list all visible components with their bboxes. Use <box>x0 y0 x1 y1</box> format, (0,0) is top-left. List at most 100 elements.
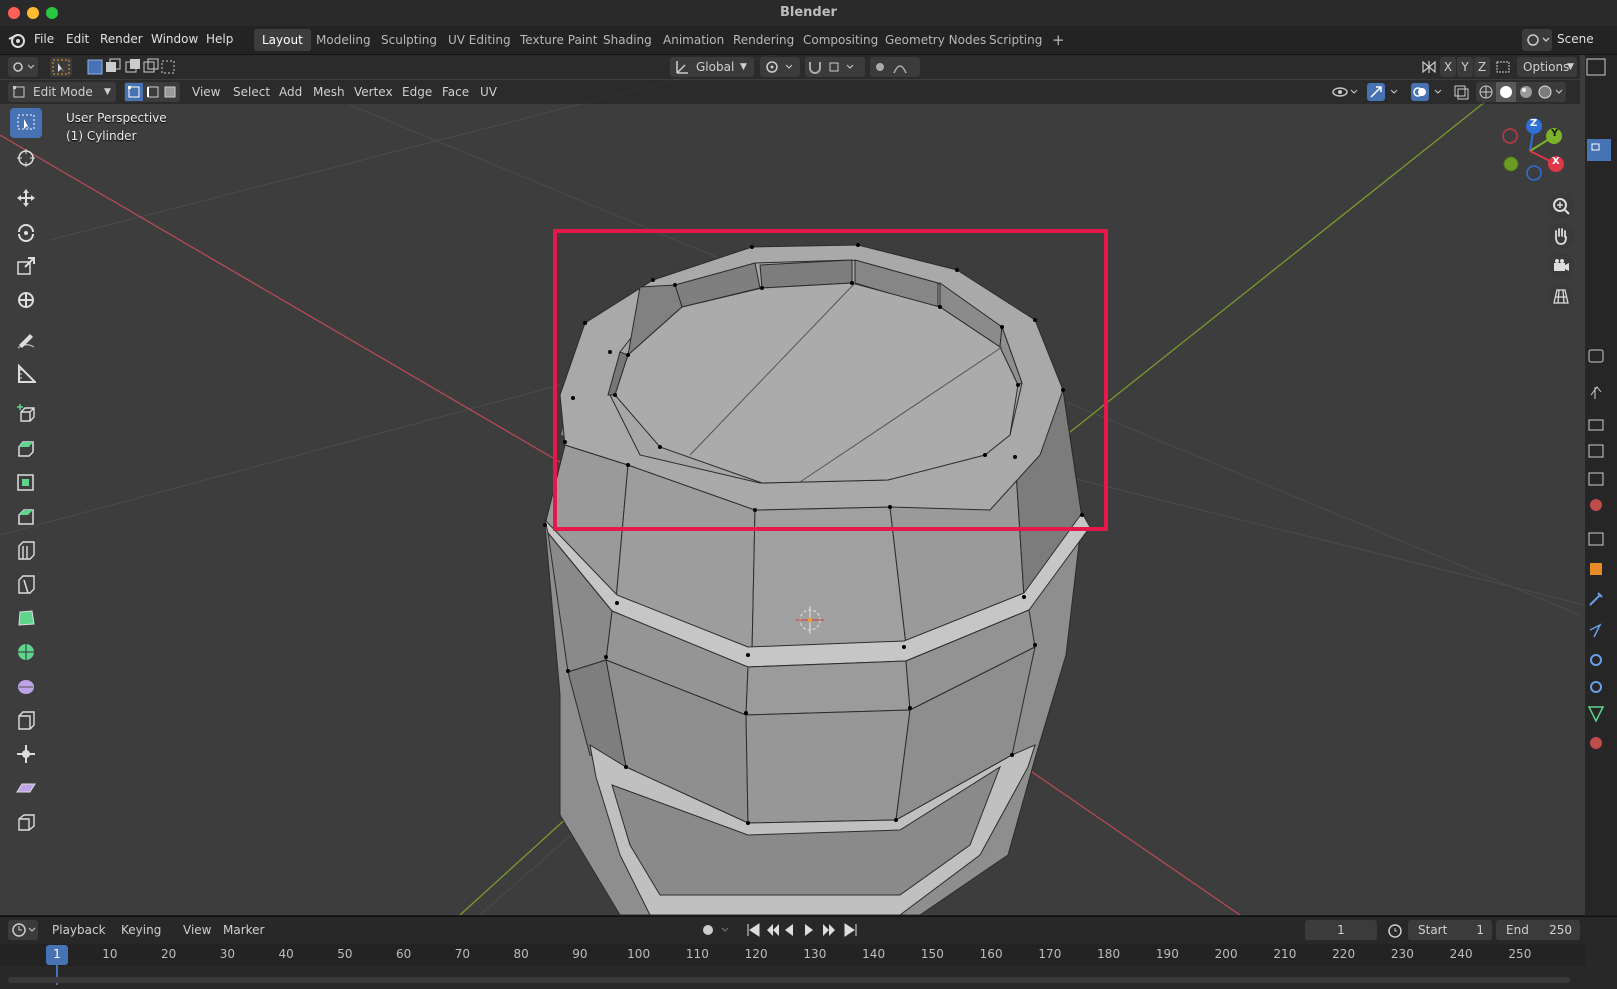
menu-help[interactable]: Help <box>206 32 233 46</box>
end-frame-field[interactable]: End 250 <box>1496 920 1580 940</box>
scene-selector-button[interactable] <box>1522 29 1552 51</box>
tab-geometry-nodes[interactable]: Geometry Nodes <box>877 29 994 51</box>
tool-knife[interactable] <box>10 569 42 599</box>
tool-rip[interactable] <box>10 807 42 837</box>
start-label: Start <box>1418 923 1448 937</box>
mirror-y-toggle[interactable]: Y <box>1457 57 1473 77</box>
3d-viewport[interactable]: User Perspective (1) Cylinder Z Y X <box>0 55 1585 915</box>
gizmo-x-label[interactable]: X <box>1552 156 1560 167</box>
tool-spin[interactable] <box>10 637 42 667</box>
viewport-canvas[interactable] <box>0 55 1585 915</box>
tool-select-box[interactable] <box>10 108 42 138</box>
current-frame-field[interactable]: 1 <box>1305 920 1377 940</box>
gizmo-y-label[interactable]: Y <box>1551 128 1558 139</box>
gizmo-z-label[interactable]: Z <box>1530 118 1537 129</box>
shading-mode-buttons[interactable] <box>1476 82 1566 102</box>
tab-shading[interactable]: Shading <box>595 29 660 51</box>
ortho-toggle-button[interactable] <box>1548 283 1574 309</box>
camera-view-button[interactable] <box>1548 253 1574 279</box>
timeline-menu-keying[interactable]: Keying <box>121 920 161 940</box>
select-mode-toggles[interactable] <box>124 82 180 102</box>
playback-controls[interactable] <box>745 920 865 940</box>
bevel-icon <box>18 509 34 525</box>
tool-shelf <box>8 108 48 868</box>
menu-render[interactable]: Render <box>100 32 143 46</box>
tab-modeling[interactable]: Modeling <box>308 29 379 51</box>
viewport-perspective-label: User Perspective <box>66 111 167 125</box>
tool-add-cube[interactable] <box>10 399 42 429</box>
mirror-settings-button[interactable] <box>1420 57 1438 77</box>
menu-file[interactable]: File <box>34 32 54 46</box>
tool-transform[interactable] <box>10 285 42 315</box>
chevron-down-icon: ▼ <box>740 62 747 72</box>
header-menu-mesh[interactable]: Mesh <box>313 82 345 102</box>
overlays-toggle[interactable] <box>1410 82 1446 102</box>
select-mode-button[interactable] <box>50 57 72 77</box>
tab-layout[interactable]: Layout <box>254 29 311 51</box>
tool-shrink-fatten[interactable] <box>10 739 42 769</box>
mode-dropdown[interactable]: Edit Mode ▼ <box>8 82 116 102</box>
add-workspace-button[interactable]: + <box>1044 29 1073 51</box>
blender-logo-icon[interactable] <box>8 31 26 49</box>
title-bar: Blender <box>0 0 1617 26</box>
header-menu-add[interactable]: Add <box>279 82 302 102</box>
header-menu-vertex[interactable]: Vertex <box>354 82 393 102</box>
tool-shear[interactable] <box>10 773 42 803</box>
menu-edit[interactable]: Edit <box>66 32 89 46</box>
transform-orientation-dropdown[interactable]: Global ▼ <box>670 57 754 77</box>
tool-edge-slide[interactable] <box>10 705 42 735</box>
tool-annotate[interactable] <box>10 325 42 355</box>
preview-range-toggle[interactable] <box>1386 920 1404 940</box>
tool-measure[interactable] <box>10 359 42 389</box>
xray-toggle[interactable] <box>1452 82 1470 102</box>
pan-button[interactable] <box>1548 223 1574 249</box>
scene-name[interactable]: Scene <box>1557 32 1594 46</box>
tool-scale[interactable] <box>10 251 42 281</box>
header-menu-select[interactable]: Select <box>233 82 270 102</box>
timeline-menu-playback[interactable]: Playback <box>52 920 106 940</box>
proportional-editing-controls[interactable] <box>870 57 920 77</box>
camera-icon <box>1554 259 1569 271</box>
mirror-z-toggle[interactable]: Z <box>1474 57 1490 77</box>
properties-tab-icons[interactable] <box>1585 55 1617 755</box>
tool-loop-cut[interactable] <box>10 535 42 565</box>
keyframe-record-button[interactable] <box>698 920 738 940</box>
start-frame-field[interactable]: Start 1 <box>1408 920 1492 940</box>
frame-tick-label: 10 <box>102 947 118 961</box>
tool-cursor[interactable] <box>10 143 42 173</box>
tab-compositing[interactable]: Compositing <box>795 29 886 51</box>
tool-smooth[interactable] <box>10 671 42 701</box>
visibility-dropdown[interactable] <box>1330 82 1360 102</box>
editor-type-button[interactable] <box>8 57 38 77</box>
timeline-editor-type-button[interactable] <box>8 920 38 940</box>
timeline-menu-view[interactable]: View <box>183 920 211 940</box>
tab-rendering[interactable]: Rendering <box>725 29 802 51</box>
tool-poly-build[interactable] <box>10 603 42 633</box>
navigation-gizmo[interactable]: Z Y X <box>1496 117 1566 187</box>
tab-sculpting[interactable]: Sculpting <box>373 29 445 51</box>
header-menu-edge[interactable]: Edge <box>402 82 432 102</box>
menu-window[interactable]: Window <box>151 32 198 46</box>
tool-bevel[interactable] <box>10 501 42 531</box>
zoom-button[interactable] <box>1548 193 1574 219</box>
gizmo-toggle[interactable] <box>1366 82 1402 102</box>
timeline-scrollbar[interactable] <box>8 977 1570 983</box>
timeline-menu-marker[interactable]: Marker <box>223 920 264 940</box>
options-dropdown[interactable]: Options ▼ <box>1517 57 1577 77</box>
selection-operation-buttons[interactable] <box>86 57 178 77</box>
tab-animation[interactable]: Animation <box>655 29 732 51</box>
tool-extrude[interactable] <box>10 433 42 463</box>
tab-uv-editing[interactable]: UV Editing <box>440 29 519 51</box>
header-menu-view[interactable]: View <box>192 82 220 102</box>
mirror-x-toggle[interactable]: X <box>1440 57 1456 77</box>
header-menu-uv[interactable]: UV <box>480 82 497 102</box>
snapping-controls[interactable] <box>805 57 865 77</box>
tool-rotate[interactable] <box>10 217 42 247</box>
tab-texture-paint[interactable]: Texture Paint <box>512 29 605 51</box>
tool-move[interactable] <box>10 183 42 213</box>
header-menu-face[interactable]: Face <box>442 82 469 102</box>
tab-scripting[interactable]: Scripting <box>981 29 1050 51</box>
pivot-point-dropdown[interactable] <box>760 57 800 77</box>
auto-merge-button[interactable] <box>1494 57 1512 77</box>
tool-inset[interactable] <box>10 467 42 497</box>
